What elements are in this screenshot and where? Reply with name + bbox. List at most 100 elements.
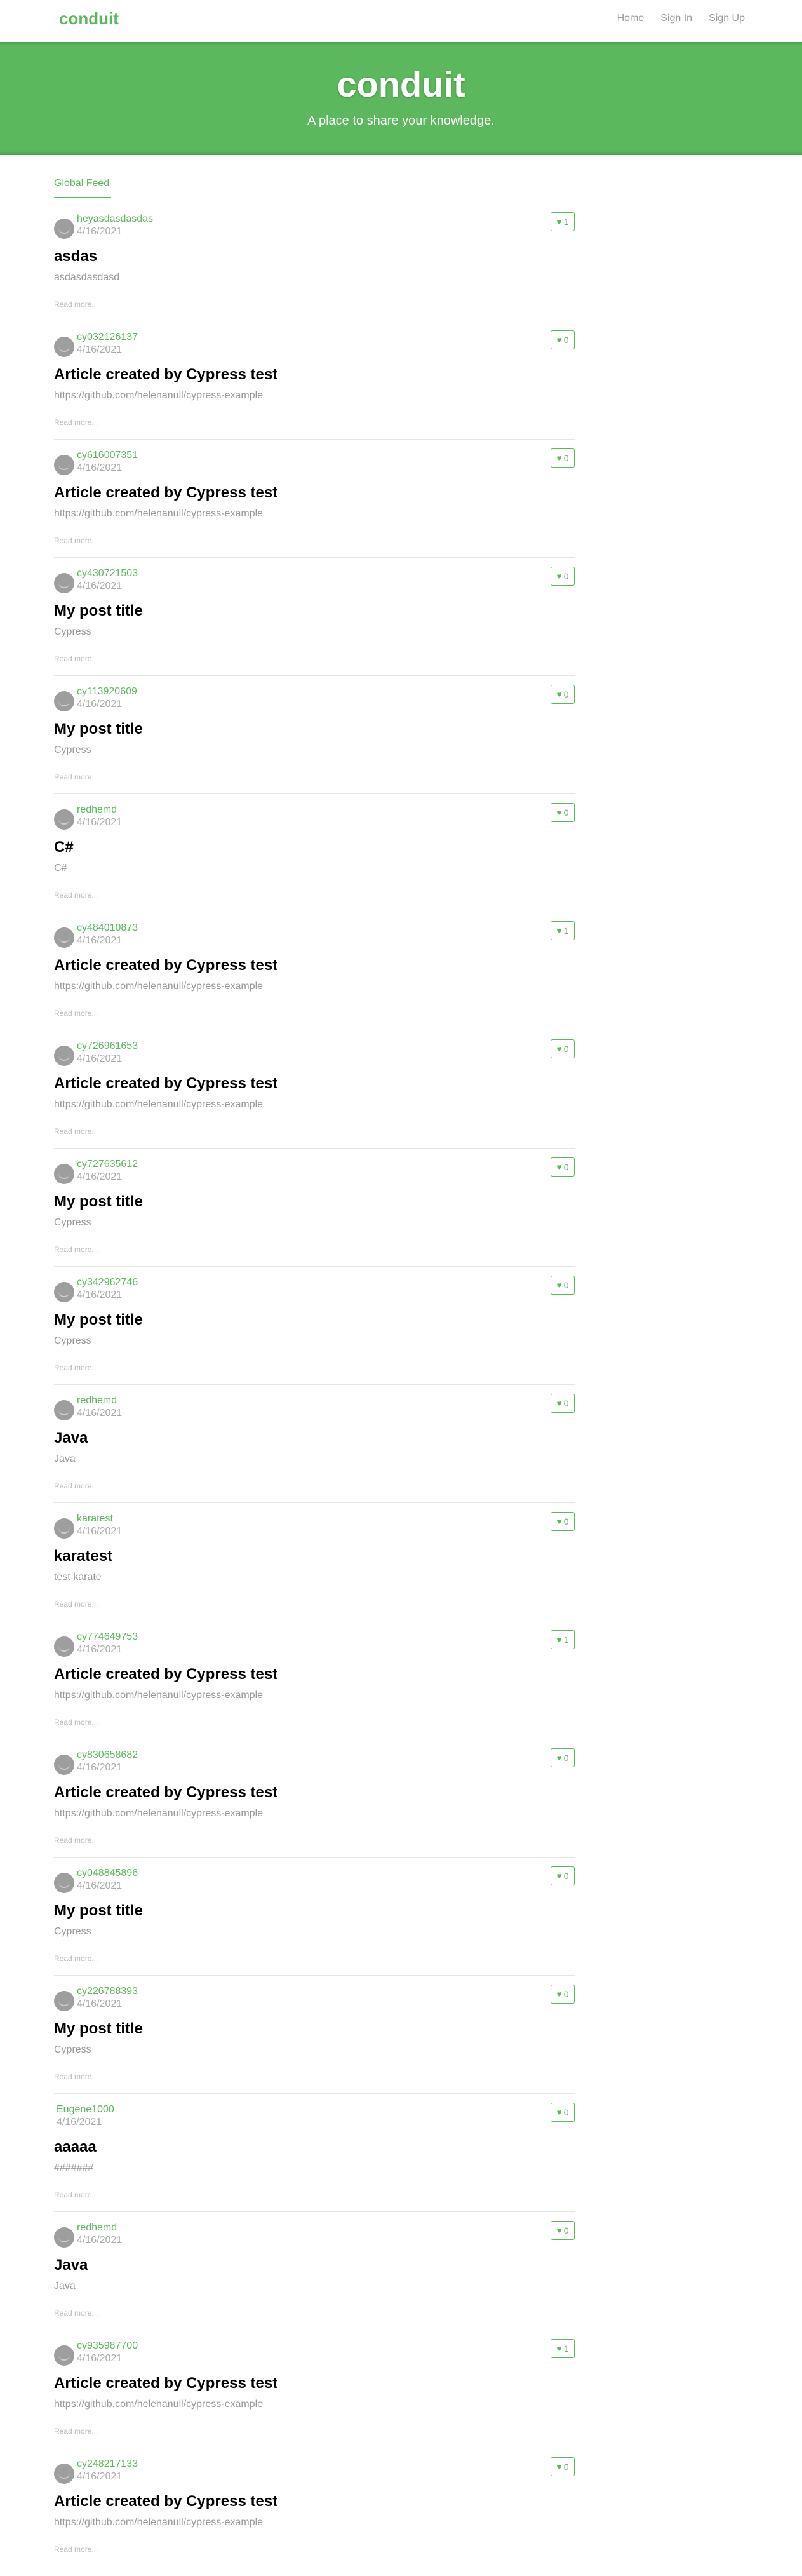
article-title[interactable]: My post title <box>54 1902 143 1920</box>
author-name-link[interactable]: cy830658682 <box>77 1750 138 1761</box>
favorite-button[interactable]: ♥ 0 <box>551 1985 575 2004</box>
article-description[interactable]: https://github.com/helenanull/cypress-ex… <box>54 390 263 401</box>
author-avatar[interactable] <box>54 2345 74 2366</box>
article-description[interactable]: https://github.com/helenanull/cypress-ex… <box>54 1099 263 1110</box>
read-more-link[interactable]: Read more... <box>54 2190 98 2199</box>
article-description[interactable]: Cypress <box>54 1335 91 1347</box>
author-avatar[interactable] <box>54 927 74 948</box>
article-description[interactable]: Cypress <box>54 1926 91 1938</box>
article-description[interactable]: Java <box>54 2281 76 2292</box>
author-name-link[interactable]: cy226788393 <box>77 1986 138 1997</box>
author-name-link[interactable]: cy774649753 <box>77 1631 138 1643</box>
article-title[interactable]: My post title <box>54 2020 143 2038</box>
author-avatar[interactable] <box>54 1636 74 1657</box>
author-name-link[interactable]: redhemd <box>77 2222 117 2234</box>
author-avatar[interactable] <box>54 337 74 357</box>
article-title[interactable]: aaaaa <box>54 2138 97 2156</box>
author-name-link[interactable]: redhemd <box>77 804 117 816</box>
nav-sign-up-link[interactable]: Sign Up <box>709 13 745 24</box>
read-more-link[interactable]: Read more... <box>54 1009 98 1018</box>
favorite-button[interactable]: ♥ 0 <box>551 1157 575 1177</box>
article-title[interactable]: C# <box>54 839 74 856</box>
article-title[interactable]: Article created by Cypress test <box>54 484 277 502</box>
favorite-button[interactable]: ♥ 0 <box>551 803 575 822</box>
article-title[interactable]: Article created by Cypress test <box>54 2493 277 2511</box>
article-description[interactable]: Cypress <box>54 745 91 756</box>
read-more-link[interactable]: Read more... <box>54 1954 98 1963</box>
read-more-link[interactable]: Read more... <box>54 300 98 309</box>
author-name-link[interactable]: cy032126137 <box>77 332 138 343</box>
read-more-link[interactable]: Read more... <box>54 536 98 545</box>
favorite-button[interactable]: ♥ 0 <box>551 2103 575 2122</box>
article-description[interactable]: https://github.com/helenanull/cypress-ex… <box>54 981 263 992</box>
article-description[interactable]: Cypress <box>54 2044 91 2056</box>
author-avatar[interactable] <box>54 1755 74 1775</box>
article-description[interactable]: ####### <box>54 2162 93 2174</box>
author-name-link[interactable]: cy616007351 <box>77 450 138 461</box>
article-title[interactable]: Article created by Cypress test <box>54 957 277 974</box>
read-more-link[interactable]: Read more... <box>54 418 98 427</box>
brand-logo[interactable]: conduit <box>59 9 119 29</box>
read-more-link[interactable]: Read more... <box>54 1127 98 1136</box>
author-name-link[interactable]: redhemd <box>77 1395 117 1406</box>
article-description[interactable]: https://github.com/helenanull/cypress-ex… <box>54 1808 263 1819</box>
article-description[interactable]: asdasdasdasd <box>54 272 119 283</box>
author-name-link[interactable]: cy484010873 <box>77 922 138 934</box>
article-description[interactable]: test karate <box>54 1572 102 1583</box>
author-avatar[interactable] <box>54 1282 74 1302</box>
favorite-button[interactable]: ♥ 1 <box>551 212 575 231</box>
article-title[interactable]: karatest <box>54 1548 112 1565</box>
favorite-button[interactable]: ♥ 0 <box>551 1394 575 1413</box>
read-more-link[interactable]: Read more... <box>54 1481 98 1490</box>
author-name-link[interactable]: cy430721503 <box>77 568 138 579</box>
read-more-link[interactable]: Read more... <box>54 1245 98 1254</box>
author-avatar[interactable] <box>54 455 74 475</box>
article-title[interactable]: My post title <box>54 1311 143 1329</box>
article-title[interactable]: Java <box>54 1429 88 1447</box>
favorite-button[interactable]: ♥ 0 <box>551 1866 575 1885</box>
nav-sign-in-link[interactable]: Sign In <box>660 13 692 24</box>
author-avatar[interactable] <box>54 691 74 711</box>
favorite-button[interactable]: ♥ 1 <box>551 1630 575 1649</box>
favorite-button[interactable]: ♥ 0 <box>551 685 575 704</box>
author-name-link[interactable]: cy342962746 <box>77 1277 138 1288</box>
author-avatar[interactable] <box>54 219 74 239</box>
read-more-link[interactable]: Read more... <box>54 1600 98 1608</box>
favorite-button[interactable]: ♥ 0 <box>551 1039 575 1058</box>
read-more-link[interactable]: Read more... <box>54 2427 98 2436</box>
author-name-link[interactable]: cy935987700 <box>77 2340 138 2352</box>
author-avatar[interactable] <box>54 1046 74 1066</box>
article-description[interactable]: Cypress <box>54 1217 91 1229</box>
article-title[interactable]: asdas <box>54 248 97 266</box>
article-description[interactable]: Cypress <box>54 626 91 638</box>
author-name-link[interactable]: heyasdasdasdas <box>77 213 153 225</box>
article-description[interactable]: https://github.com/helenanull/cypress-ex… <box>54 2399 263 2410</box>
author-name-link[interactable]: cy048845896 <box>77 1868 138 1879</box>
author-avatar[interactable] <box>54 1400 74 1420</box>
author-avatar[interactable] <box>54 2464 74 2484</box>
read-more-link[interactable]: Read more... <box>54 654 98 663</box>
read-more-link[interactable]: Read more... <box>54 2072 98 2081</box>
favorite-button[interactable]: ♥ 0 <box>551 330 575 349</box>
author-name-link[interactable]: Eugene1000 <box>57 2104 114 2115</box>
favorite-button[interactable]: ♥ 0 <box>551 448 575 468</box>
read-more-link[interactable]: Read more... <box>54 772 98 781</box>
article-description[interactable]: https://github.com/helenanull/cypress-ex… <box>54 508 263 520</box>
author-avatar[interactable] <box>54 1991 74 2011</box>
favorite-button[interactable]: ♥ 0 <box>551 1748 575 1767</box>
favorite-button[interactable]: ♥ 0 <box>551 1512 575 1531</box>
tab-global-feed[interactable]: Global Feed <box>54 178 111 198</box>
author-avatar[interactable] <box>54 1873 74 1893</box>
favorite-button[interactable]: ♥ 1 <box>551 2339 575 2358</box>
article-description[interactable]: https://github.com/helenanull/cypress-ex… <box>54 2517 263 2528</box>
article-title[interactable]: My post title <box>54 720 143 738</box>
author-name-link[interactable]: karatest <box>77 1513 113 1525</box>
article-title[interactable]: Article created by Cypress test <box>54 366 277 384</box>
nav-home-link[interactable]: Home <box>617 13 645 24</box>
author-avatar[interactable] <box>54 809 74 830</box>
article-title[interactable]: My post title <box>54 602 143 620</box>
favorite-button[interactable]: ♥ 0 <box>551 567 575 586</box>
article-title[interactable]: Java <box>54 2256 88 2274</box>
article-title[interactable]: Article created by Cypress test <box>54 2375 277 2392</box>
author-avatar[interactable] <box>54 573 74 593</box>
